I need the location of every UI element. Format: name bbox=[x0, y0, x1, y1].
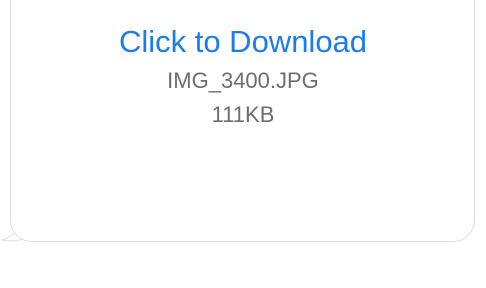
file-name: IMG_3400.JPG bbox=[167, 68, 319, 93]
attachment-info: Click to Download IMG_3400.JPG 111KB bbox=[0, 22, 486, 130]
message-area: Click to Download IMG_3400.JPG 111KB bbox=[0, 0, 486, 288]
file-size: 111KB bbox=[211, 102, 275, 127]
download-link[interactable]: Click to Download bbox=[0, 22, 486, 62]
